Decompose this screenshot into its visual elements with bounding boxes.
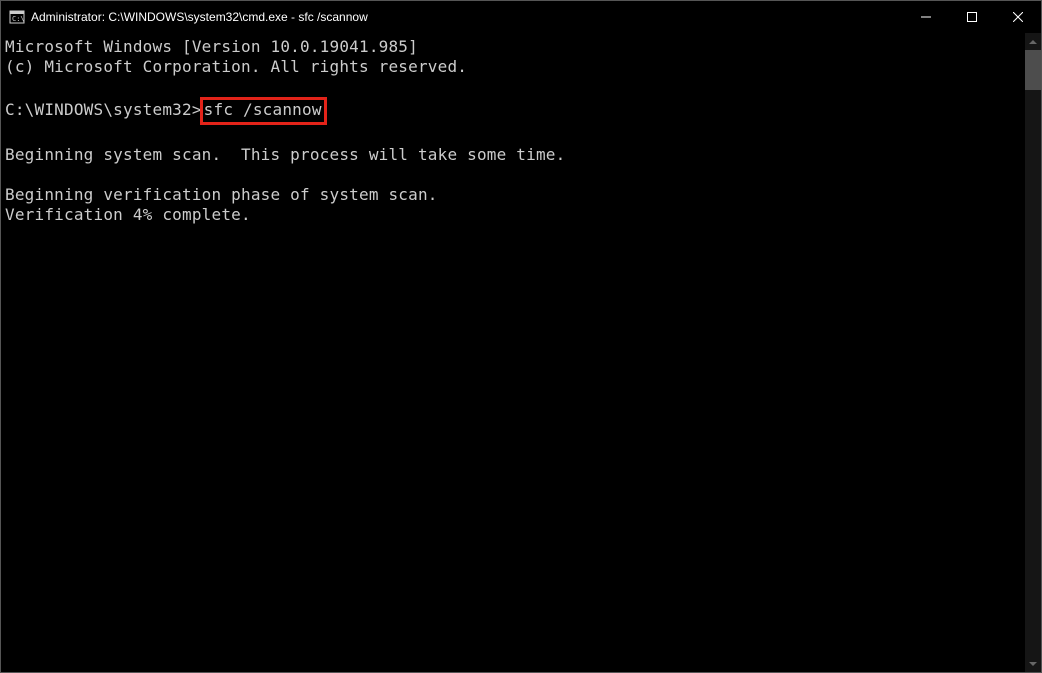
cmd-window: C:\ Administrator: C:\WINDOWS\system32\c…: [0, 0, 1042, 673]
maximize-button[interactable]: [949, 1, 995, 33]
scroll-down-button[interactable]: [1025, 655, 1041, 672]
command-highlight: sfc /scannow: [200, 97, 327, 125]
output-line: Microsoft Windows [Version 10.0.19041.98…: [5, 37, 418, 56]
prompt: C:\WINDOWS\system32>: [5, 100, 202, 119]
output-line: (c) Microsoft Corporation. All rights re…: [5, 57, 467, 76]
terminal-output[interactable]: Microsoft Windows [Version 10.0.19041.98…: [1, 33, 1025, 672]
titlebar[interactable]: C:\ Administrator: C:\WINDOWS\system32\c…: [1, 1, 1041, 33]
output-line: Verification 4% complete.: [5, 205, 251, 224]
window-title: Administrator: C:\WINDOWS\system32\cmd.e…: [31, 10, 903, 24]
scroll-up-button[interactable]: [1025, 33, 1041, 50]
cmd-icon: C:\: [9, 9, 25, 25]
scrollbar-thumb[interactable]: [1025, 50, 1041, 90]
vertical-scrollbar[interactable]: [1025, 33, 1041, 672]
window-controls: [903, 1, 1041, 33]
content-area: Microsoft Windows [Version 10.0.19041.98…: [1, 33, 1041, 672]
command-text: sfc /scannow: [204, 100, 322, 119]
output-line: Beginning verification phase of system s…: [5, 185, 438, 204]
svg-text:C:\: C:\: [12, 15, 25, 23]
minimize-button[interactable]: [903, 1, 949, 33]
close-button[interactable]: [995, 1, 1041, 33]
output-line: Beginning system scan. This process will…: [5, 145, 565, 164]
